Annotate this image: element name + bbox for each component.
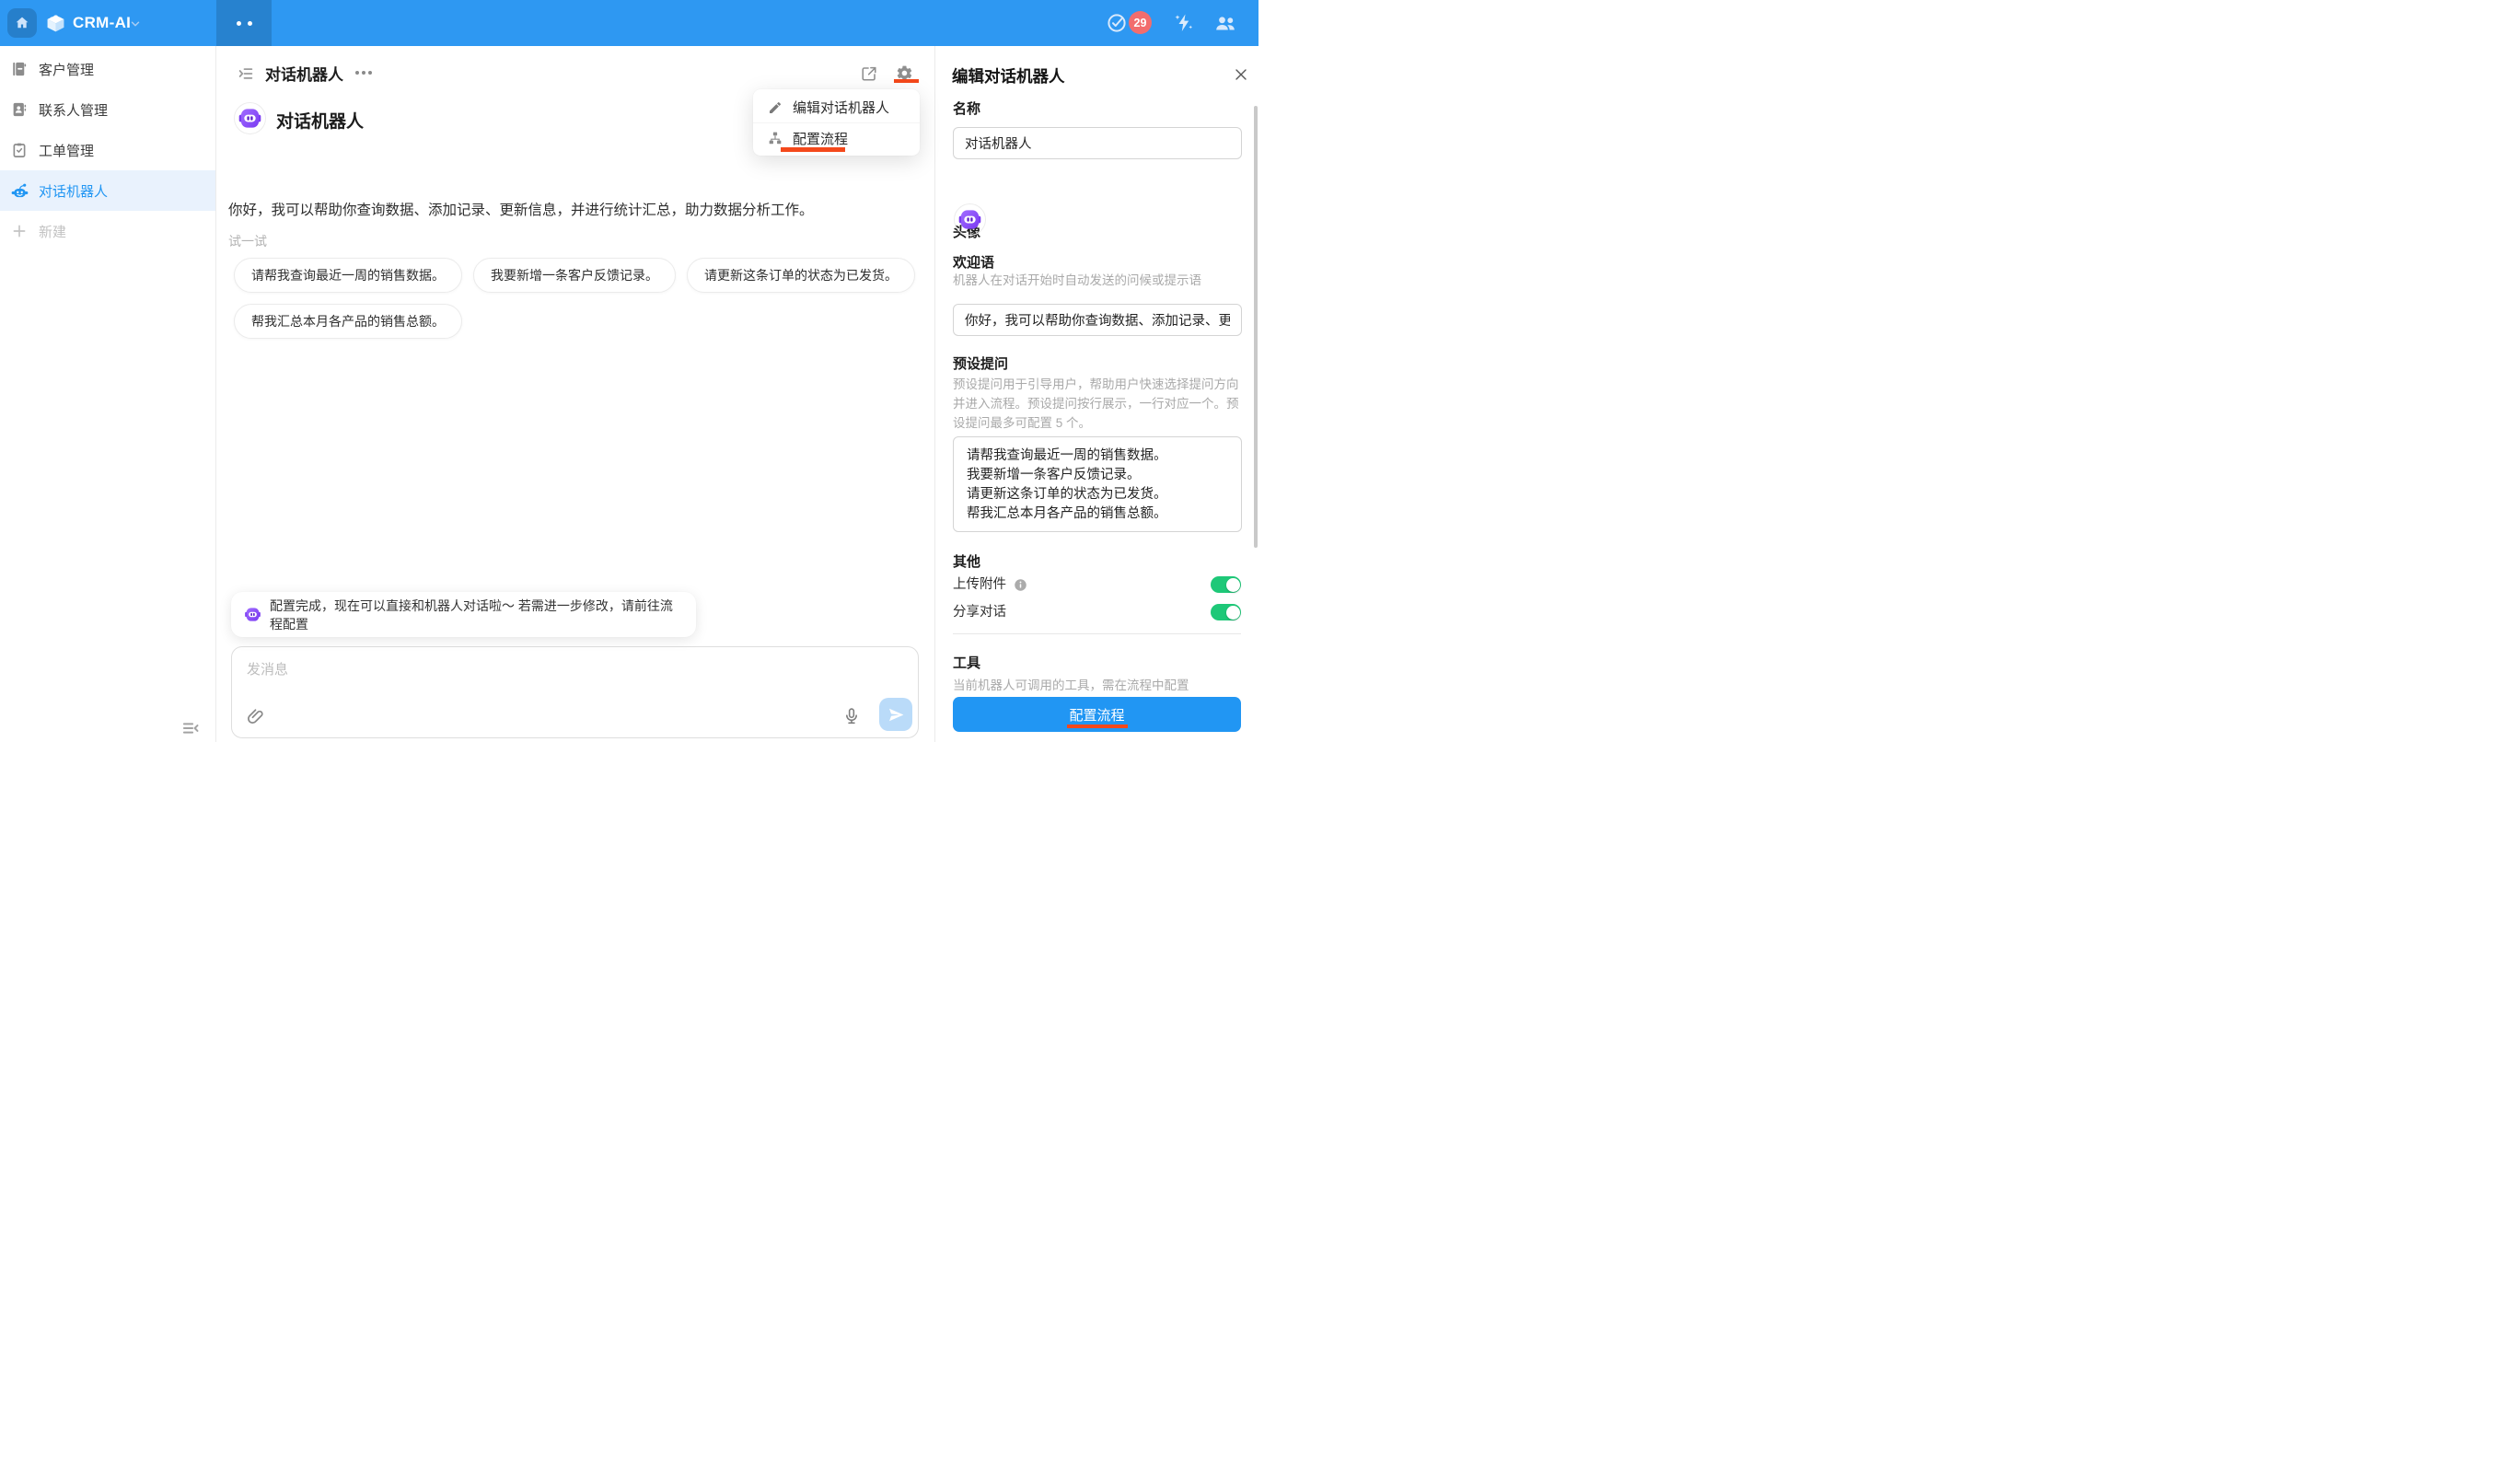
preset-label: 预设提问	[953, 355, 1008, 374]
suggestion-chip[interactable]: 帮我汇总本月各产品的销售总额。	[234, 304, 462, 339]
bot-avatar-icon	[244, 606, 261, 623]
more-icon	[355, 71, 359, 75]
upload-attachment-toggle[interactable]	[1211, 576, 1241, 593]
contacts-icon	[11, 101, 28, 118]
plus-icon	[11, 223, 28, 239]
message-input[interactable]	[232, 647, 918, 737]
annotation-underline-menu	[781, 147, 845, 152]
home-button[interactable]	[7, 8, 37, 38]
menu-item-configure-flow[interactable]: 配置流程	[753, 122, 920, 153]
collapse-sidebar-icon[interactable]	[181, 719, 200, 737]
sidebar-item-label: 对话机器人	[39, 181, 108, 201]
configure-flow-button[interactable]: 配置流程	[953, 697, 1241, 732]
share-conversation-toggle[interactable]	[1211, 604, 1241, 620]
robot-icon	[11, 182, 28, 199]
sidebar-new-button[interactable]: 新建	[0, 211, 215, 251]
try-label: 试一试	[228, 232, 267, 250]
message-composer	[231, 646, 919, 738]
more-tab-icon	[237, 21, 241, 26]
indent-icon[interactable]	[238, 65, 254, 82]
chevron-down-icon	[129, 17, 142, 30]
sidebar-item-contacts[interactable]: 联系人管理	[0, 89, 215, 130]
sidebar: 客户管理 联系人管理 工单管理	[0, 46, 216, 742]
annotation-underline-cta	[1067, 725, 1128, 728]
magic-icon	[1173, 12, 1195, 34]
avatar-picker[interactable]	[954, 203, 986, 236]
upload-attachment-label: 上传附件	[953, 576, 1006, 593]
menu-item-label: 编辑对话机器人	[793, 98, 889, 117]
name-field[interactable]	[953, 127, 1242, 159]
bot-greeting: 你好，我可以帮助你查询数据、添加记录、更新信息，并进行统计汇总，助力数据分析工作…	[228, 199, 814, 219]
app-logo-icon	[44, 11, 67, 34]
menu-item-edit-bot[interactable]: 编辑对话机器人	[753, 92, 920, 122]
divider	[953, 633, 1241, 634]
preset-hint: 预设提问用于引导用户，帮助用户快速选择提问方向并进入流程。预设提问按行展示，一行…	[953, 375, 1244, 433]
sidebar-item-tickets[interactable]: 工单管理	[0, 130, 215, 170]
other-label: 其他	[953, 553, 980, 572]
welcome-label: 欢迎语	[953, 254, 994, 272]
share-conversation-label: 分享对话	[953, 604, 1006, 620]
tasks-check-icon	[1106, 12, 1128, 34]
flow-icon	[768, 131, 783, 145]
welcome-hint: 机器人在对话开始时自动发送的问候或提示语	[953, 271, 1244, 290]
configure-flow-label: 配置流程	[1069, 705, 1124, 725]
sidebar-item-label: 工单管理	[39, 141, 94, 160]
menu-item-label: 配置流程	[793, 129, 848, 148]
magic-button[interactable]	[1173, 12, 1195, 34]
mic-icon[interactable]	[842, 707, 861, 725]
info-icon[interactable]	[1014, 578, 1027, 592]
home-icon	[14, 15, 30, 31]
close-icon[interactable]	[1234, 67, 1248, 82]
suggestion-chip[interactable]: 我要新增一条客户反馈记录。	[473, 258, 676, 293]
crm-ai-app: CRM-AI 29	[0, 0, 1258, 742]
sidebar-item-label: 联系人管理	[39, 100, 108, 120]
name-label: 名称	[953, 100, 980, 119]
send-icon	[887, 706, 905, 724]
sidebar-item-label: 客户管理	[39, 60, 94, 79]
sidebar-item-chatbot[interactable]: 对话机器人	[0, 170, 215, 211]
suggestion-chips: 请帮我查询最近一周的销售数据。 我要新增一条客户反馈记录。 请更新这条订单的状态…	[234, 258, 920, 339]
panel-title: 编辑对话机器人	[952, 64, 1065, 87]
sidebar-new-label: 新建	[39, 222, 66, 241]
tools-hint: 当前机器人可调用的工具，需在流程中配置	[953, 676, 1244, 695]
context-menu: 编辑对话机器人 配置流程	[753, 89, 920, 156]
tools-label: 工具	[953, 655, 980, 673]
top-bar: CRM-AI 29	[0, 0, 1258, 46]
sidebar-item-customers[interactable]: 客户管理	[0, 49, 215, 89]
paperclip-icon[interactable]	[246, 707, 265, 726]
bot-avatar-icon	[957, 207, 982, 232]
pencil-icon	[768, 100, 783, 115]
send-button[interactable]	[879, 698, 912, 731]
suggestion-chip[interactable]: 请更新这条订单的状态为已发货。	[687, 258, 915, 293]
customers-icon	[11, 61, 28, 77]
bot-name: 对话机器人	[276, 108, 364, 133]
more-button[interactable]	[355, 71, 372, 75]
bot-avatar	[234, 102, 266, 134]
tickets-icon	[11, 142, 28, 158]
gear-icon[interactable]	[896, 64, 913, 82]
bot-avatar-icon	[238, 106, 262, 131]
users-button[interactable]	[1213, 12, 1235, 34]
toast-text: 配置完成，现在可以直接和机器人对话啦～ 若需进一步修改，请前往流程配置	[270, 597, 683, 633]
open-external-icon	[861, 65, 877, 82]
open-external-button[interactable]	[861, 65, 877, 82]
panel-scrollbar[interactable]	[1254, 106, 1258, 548]
edit-panel: 编辑对话机器人 名称 头像 欢迎语 机器人在对话开始时自动发送的问候或提示语 预…	[934, 46, 1258, 742]
page-title: 对话机器人	[265, 62, 343, 85]
tasks-check-button[interactable]	[1106, 12, 1128, 34]
welcome-field[interactable]	[953, 304, 1242, 336]
toast-message: 配置完成，现在可以直接和机器人对话啦～ 若需进一步修改，请前往流程配置	[231, 592, 696, 637]
users-icon	[1213, 12, 1237, 34]
more-tab[interactable]	[216, 0, 272, 46]
suggestion-chip[interactable]: 请帮我查询最近一周的销售数据。	[234, 258, 462, 293]
preset-questions-field[interactable]: 请帮我查询最近一周的销售数据。 我要新增一条客户反馈记录。 请更新这条订单的状态…	[953, 436, 1242, 532]
workspace-switcher[interactable]: CRM-AI	[73, 14, 131, 32]
notification-badge: 29	[1129, 11, 1152, 34]
